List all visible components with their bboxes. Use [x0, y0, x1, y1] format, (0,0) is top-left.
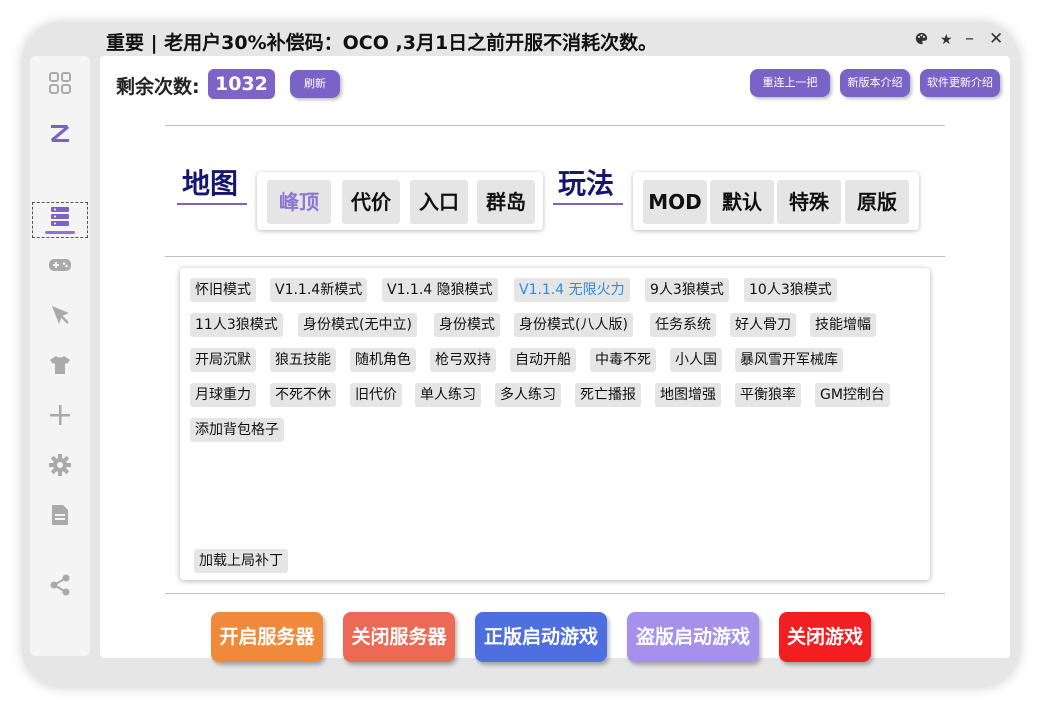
gear-icon[interactable]	[45, 450, 75, 480]
close-icon[interactable]: ✕	[989, 29, 1003, 49]
app-window: 重要 | 老用户30%补偿码：OCO ,3月1日之前开服不消耗次数。 ★ – ✕	[22, 22, 1020, 688]
software-update-button[interactable]: 软件更新介绍	[920, 69, 1000, 97]
launch-official-button[interactable]: 正版启动游戏	[475, 612, 607, 662]
tab-mode-mod[interactable]: MOD	[643, 180, 707, 224]
option-chip[interactable]: 9人3狼模式	[645, 278, 729, 302]
sidebar-active-indicator	[45, 231, 75, 234]
gamepad-icon[interactable]	[45, 250, 75, 280]
option-chip[interactable]: 技能增幅	[810, 313, 876, 337]
option-chip[interactable]: 身份模式(八人版)	[514, 313, 633, 337]
map-section-title: 地图	[182, 167, 239, 200]
option-chip[interactable]: GM控制台	[815, 383, 890, 407]
apps-icon[interactable]	[45, 68, 75, 98]
option-chip[interactable]: 身份模式(无中立)	[298, 313, 417, 337]
logo-z-icon[interactable]	[45, 118, 75, 148]
option-chip[interactable]: 身份模式	[434, 313, 500, 337]
option-chip[interactable]: 平衡狼率	[735, 383, 801, 407]
option-chip[interactable]: 暴风雪开军械库	[735, 348, 843, 372]
tab-map-peak[interactable]: 峰顶	[267, 180, 331, 224]
option-chip[interactable]: 任务系统	[650, 313, 716, 337]
share-icon[interactable]	[45, 570, 75, 600]
mode-tab-group: MOD 默认 特殊 原版	[633, 172, 919, 230]
option-chip[interactable]: 好人骨刀	[730, 313, 796, 337]
option-chip[interactable]: 开局沉默	[190, 348, 256, 372]
divider	[165, 125, 945, 126]
option-chip[interactable]: 月球重力	[190, 383, 256, 407]
option-chip[interactable]: 添加背包格子	[190, 418, 284, 442]
notice-banner: 重要 | 老用户30%补偿码：OCO ,3月1日之前开服不消耗次数。	[106, 32, 658, 54]
option-chip[interactable]: 10人3狼模式	[744, 278, 837, 302]
option-chip[interactable]: 地图增强	[655, 383, 721, 407]
main-panel: 剩余次数: 1032 刷新 重连上一把 新版本介绍 软件更新介绍 地图 峰顶 代…	[100, 56, 1010, 662]
shirt-icon[interactable]	[45, 350, 75, 380]
refresh-button[interactable]: 刷新	[290, 70, 340, 98]
mode-title-underline	[553, 203, 623, 205]
close-game-button[interactable]: 关闭游戏	[779, 612, 871, 662]
palette-icon[interactable]	[915, 32, 928, 49]
option-chip[interactable]: 11人3狼模式	[190, 313, 283, 337]
tab-map-entrance[interactable]: 入口	[410, 180, 468, 224]
tab-mode-original[interactable]: 原版	[845, 180, 909, 224]
launch-unofficial-button[interactable]: 盗版启动游戏	[627, 612, 759, 662]
pin-icon[interactable]	[45, 300, 75, 330]
tab-map-islands[interactable]: 群岛	[477, 180, 535, 224]
sidebar	[30, 56, 90, 656]
reconnect-button[interactable]: 重连上一把	[750, 69, 830, 97]
star-icon[interactable]: ★	[940, 32, 953, 48]
tab-mode-special[interactable]: 特殊	[777, 180, 841, 224]
mode-section-title: 玩法	[558, 167, 615, 200]
new-version-button[interactable]: 新版本介绍	[840, 69, 910, 97]
option-chip[interactable]: 随机角色	[350, 348, 416, 372]
option-chip[interactable]: 枪弓双持	[430, 348, 496, 372]
option-chip[interactable]: 死亡播报	[575, 383, 641, 407]
start-server-button[interactable]: 开启服务器	[211, 612, 323, 662]
option-chip[interactable]: 自动开船	[510, 348, 576, 372]
options-panel: 怀旧模式 V1.1.4新模式 V1.1.4 隐狼模式 V1.1.4 无限火力 9…	[180, 268, 930, 580]
tab-map-cost[interactable]: 代价	[342, 180, 400, 224]
divider	[165, 256, 945, 257]
option-chip-highlighted[interactable]: V1.1.4 无限火力	[514, 278, 630, 302]
option-chip[interactable]: 不死不休	[270, 383, 336, 407]
stop-server-button[interactable]: 关闭服务器	[343, 612, 455, 662]
document-icon[interactable]	[45, 500, 75, 530]
server-list-icon[interactable]	[45, 202, 75, 232]
plus-icon[interactable]	[45, 400, 75, 430]
option-chip[interactable]: V1.1.4 隐狼模式	[382, 278, 498, 302]
minimize-icon[interactable]: –	[965, 28, 974, 49]
load-patch-button[interactable]: 加载上局补丁	[194, 549, 288, 573]
option-chip[interactable]: 旧代价	[350, 383, 402, 407]
remaining-count: 1032	[208, 69, 275, 99]
remaining-label: 剩余次数:	[116, 76, 200, 98]
option-chip[interactable]: 多人练习	[495, 383, 561, 407]
option-chip[interactable]: 狼五技能	[270, 348, 336, 372]
tab-mode-default[interactable]: 默认	[710, 180, 774, 224]
divider	[165, 593, 945, 594]
option-chip[interactable]: V1.1.4新模式	[270, 278, 368, 302]
option-chip[interactable]: 小人国	[670, 348, 722, 372]
option-chip[interactable]: 中毒不死	[590, 348, 656, 372]
map-tab-group: 峰顶 代价 入口 群岛	[257, 172, 543, 230]
option-chip[interactable]: 单人练习	[415, 383, 481, 407]
map-title-underline	[177, 203, 247, 205]
option-chip[interactable]: 怀旧模式	[190, 278, 256, 302]
